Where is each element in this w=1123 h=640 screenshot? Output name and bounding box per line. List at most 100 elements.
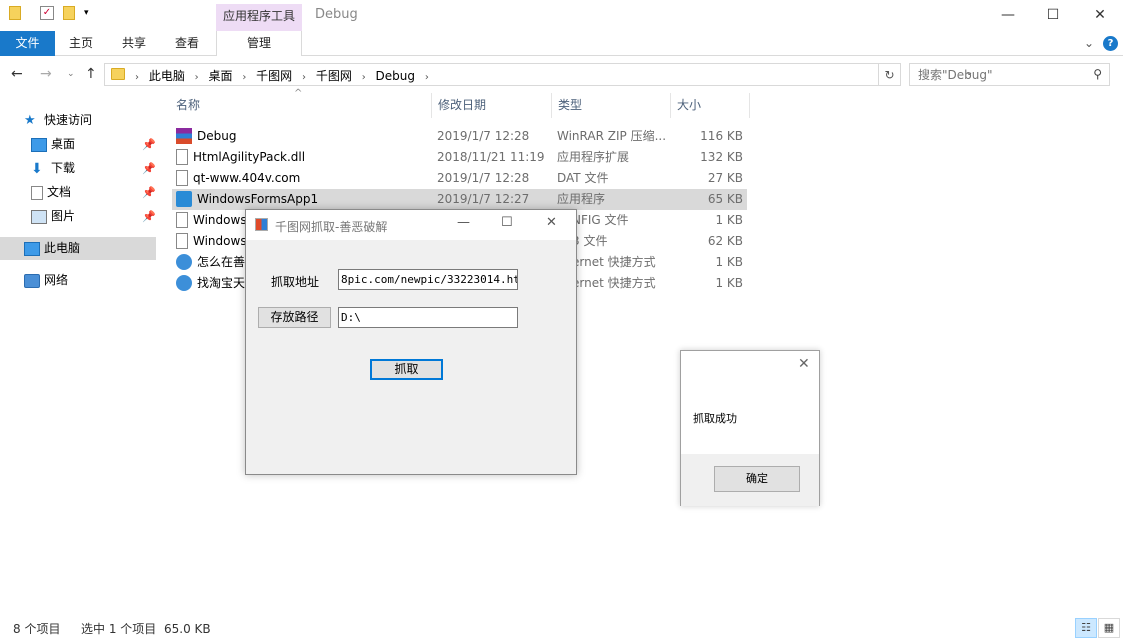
column-header-date[interactable]: 修改日期 [432, 93, 552, 118]
tab-manage[interactable]: 管理 [216, 31, 302, 56]
chevron-right-icon[interactable]: › [242, 72, 246, 83]
column-header-name[interactable]: 名称 [170, 93, 432, 118]
help-icon[interactable]: ? [1103, 36, 1118, 51]
file-type: 应用程序 [557, 192, 606, 206]
search-box[interactable]: ⚲ [909, 63, 1110, 86]
crumb-qiantu-2[interactable]: 千图网 [316, 69, 352, 83]
status-size: 65.0 KB [164, 622, 211, 636]
file-type: DAT 文件 [557, 171, 609, 185]
refresh-icon[interactable]: ↻ [879, 63, 901, 86]
file-date: 2019/1/7 12:28 [437, 171, 530, 185]
exe-icon [176, 190, 192, 207]
file-type: ernet 快捷方式 [572, 255, 656, 269]
sidebar-item-this-pc[interactable]: 此电脑 [0, 237, 156, 260]
save-path-button[interactable]: 存放路径 [258, 307, 331, 328]
properties-icon[interactable]: ✓ [40, 6, 54, 20]
customize-toolbar-icon[interactable]: ▾ [84, 8, 89, 18]
column-header-type[interactable]: 类型 [552, 93, 671, 118]
tab-view[interactable]: 查看 [166, 31, 208, 56]
chevron-right-icon[interactable]: › [362, 72, 366, 83]
computer-icon [24, 241, 40, 256]
maximize-button[interactable]: ☐ [1030, 0, 1076, 31]
app-title-bar: 千图网抓取-善恶破解 — ☐ ✕ [246, 210, 576, 240]
crumb-desktop[interactable]: 桌面 [209, 69, 233, 83]
file-size: 62 KB [707, 234, 743, 248]
dll-icon [176, 148, 188, 165]
sidebar-item-documents[interactable]: 文档 [31, 181, 71, 204]
grab-button[interactable]: 抓取 [370, 359, 443, 380]
breadcrumb: › 此电脑 › 桌面 › 千图网 › 千图网 › Debug › [135, 67, 435, 84]
file-name: Windows [193, 213, 247, 227]
details-view-icon[interactable]: ☷ [1075, 618, 1097, 638]
pin-icon[interactable]: 📌 [142, 162, 156, 175]
folder-icon [111, 68, 125, 80]
app-window-title: 千图网抓取-善恶破解 [275, 220, 388, 234]
large-icons-view-icon[interactable]: ▦ [1098, 618, 1120, 638]
address-bar[interactable]: › 此电脑 › 桌面 › 千图网 › 千图网 › Debug › ⌄ [104, 63, 973, 86]
chevron-right-icon[interactable]: › [302, 72, 306, 83]
folder-icon [9, 6, 21, 20]
sidebar-item-network[interactable]: 网络 [24, 269, 68, 292]
crumb-debug[interactable]: Debug [376, 69, 415, 83]
crumb-qiantu-1[interactable]: 千图网 [256, 69, 292, 83]
close-icon[interactable]: ✕ [798, 356, 810, 372]
up-arrow-icon[interactable]: ↑ [85, 66, 97, 82]
sidebar-item-quick-access[interactable]: ★ 快速访问 [24, 109, 92, 132]
file-size: 27 KB [707, 171, 743, 185]
recent-locations-icon[interactable]: ⌄ [67, 69, 75, 79]
sidebar-item-label: 快速访问 [44, 113, 93, 127]
file-size: 116 KB [700, 129, 743, 143]
back-arrow-icon[interactable]: ← [11, 66, 23, 82]
tab-home[interactable]: 主页 [60, 31, 102, 56]
column-header-size[interactable]: 大小 [671, 93, 750, 118]
title-bar: ✓ ▾ 应用程序工具 Debug — ☐ ✕ [0, 0, 1123, 31]
file-row-selected[interactable]: WindowsFormsApp1 2019/1/7 12:27 应用程序 65 … [172, 189, 747, 210]
file-type: WinRAR ZIP 压缩... [557, 129, 667, 143]
sidebar-item-downloads[interactable]: ⬇ 下载 [31, 157, 75, 180]
file-size: 1 KB [715, 276, 743, 290]
file-date: 2018/11/21 11:19 [437, 150, 545, 164]
pin-icon[interactable]: 📌 [142, 138, 156, 151]
expand-ribbon-icon[interactable]: ⌄ [1084, 36, 1094, 50]
minimize-button[interactable]: — [985, 0, 1031, 31]
file-row[interactable]: qt-www.404v.com 2019/1/7 12:28 DAT 文件 27… [172, 168, 747, 189]
tab-share[interactable]: 共享 [113, 31, 155, 56]
sidebar-item-desktop[interactable]: 桌面 [31, 133, 75, 156]
navigation-pane: ★ 快速访问 桌面 📌 ⬇ 下载 📌 文档 📌 图片 📌 此电脑 网络 [0, 93, 160, 613]
url-input[interactable]: 8pic.com/newpic/33223014.html [338, 269, 518, 290]
forward-arrow-icon[interactable]: → [40, 66, 52, 82]
path-input[interactable]: D:\ [338, 307, 518, 328]
new-folder-icon[interactable] [63, 6, 75, 20]
app-maximize-button[interactable]: ☐ [501, 215, 513, 230]
file-row[interactable]: HtmlAgilityPack.dll 2018/11/21 11:19 应用程… [172, 147, 747, 168]
tab-file[interactable]: 文件 [0, 31, 55, 56]
desktop-icon [31, 137, 47, 152]
sidebar-item-label: 图片 [51, 209, 76, 223]
crumb-this-pc[interactable]: 此电脑 [149, 69, 185, 83]
chevron-right-icon[interactable]: › [195, 72, 199, 83]
sidebar-item-pictures[interactable]: 图片 [31, 205, 75, 228]
close-button[interactable]: ✕ [1077, 0, 1123, 31]
search-icon[interactable]: ⚲ [1093, 67, 1102, 81]
pin-icon[interactable]: 📌 [142, 186, 156, 199]
chevron-right-icon[interactable]: › [425, 72, 429, 83]
ok-button[interactable]: 确定 [714, 466, 800, 492]
app-window: 千图网抓取-善恶破解 — ☐ ✕ 抓取地址 8pic.com/newpic/33… [245, 209, 577, 475]
file-name: Windows [193, 234, 247, 248]
file-row[interactable]: Debug 2019/1/7 12:28 WinRAR ZIP 压缩... 11… [172, 126, 747, 147]
app-close-button[interactable]: ✕ [546, 215, 557, 230]
app-minimize-button[interactable]: — [457, 215, 470, 230]
status-item-count: 8 个项目 [13, 622, 61, 636]
status-selected: 选中 1 个项目 [81, 622, 157, 636]
network-icon [24, 273, 40, 288]
file-name: HtmlAgilityPack.dll [193, 150, 306, 164]
file-name: 怎么在善 [197, 255, 246, 269]
file-icon [176, 232, 188, 249]
ie-shortcut-icon [176, 253, 192, 270]
pin-icon[interactable]: 📌 [142, 210, 156, 223]
message-footer: 确定 [681, 454, 819, 506]
search-input[interactable] [918, 65, 1088, 85]
file-type: NFIG 文件 [572, 213, 629, 227]
context-tab-header: 应用程序工具 [216, 4, 302, 31]
download-icon: ⬇ [31, 160, 43, 177]
